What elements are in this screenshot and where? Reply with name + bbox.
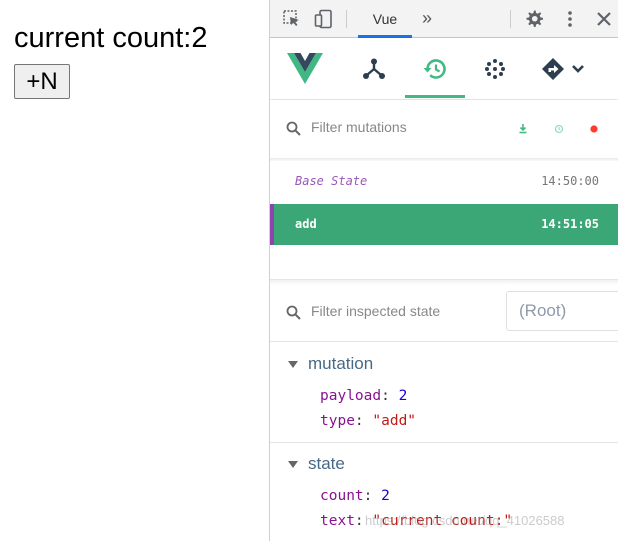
section-title: state <box>308 454 345 473</box>
toolbar-separator <box>346 10 347 28</box>
current-count-text: current count:2 <box>14 22 208 54</box>
field-key: payload <box>320 388 382 404</box>
mutation-filter-bar <box>270 100 618 158</box>
field-count: count: 2 <box>320 488 390 504</box>
state-section-header[interactable]: state <box>288 454 345 474</box>
nav-active-indicator <box>405 95 465 98</box>
entry-name: add <box>295 217 317 231</box>
close-icon[interactable] <box>594 9 614 29</box>
revert-all-icon[interactable] <box>552 122 566 136</box>
devtools-panel: Vue » Filter mutations Base State 14:50:… <box>270 0 618 541</box>
mutation-section-header[interactable]: mutation <box>288 354 373 374</box>
field-value[interactable]: 2 <box>381 488 390 504</box>
history-icon[interactable] <box>415 38 455 99</box>
root-select[interactable]: (Root) <box>506 291 618 331</box>
field-key: type <box>320 413 355 429</box>
mutation-entry-add[interactable]: add 14:51:05 <box>270 204 618 245</box>
components-icon[interactable] <box>354 38 394 99</box>
pane-splitter[interactable] <box>270 279 618 285</box>
field-value[interactable]: 2 <box>399 388 408 404</box>
mutation-entry-base-state[interactable]: Base State 14:50:00 <box>270 161 618 201</box>
section-title: mutation <box>308 354 374 373</box>
more-tabs-icon[interactable]: » <box>422 8 432 29</box>
app-page: current count:2 +N <box>0 0 269 541</box>
field-key: count <box>320 488 364 504</box>
vue-devtools-nav <box>270 38 618 99</box>
search-icon <box>286 305 301 320</box>
field-payload: payload: 2 <box>320 388 408 404</box>
filter-mutations-input[interactable] <box>311 119 511 135</box>
router-icon[interactable] <box>536 38 596 99</box>
record-icon[interactable] <box>587 122 601 136</box>
section-divider <box>270 442 618 443</box>
collapse-arrow-icon <box>288 460 298 468</box>
field-type: type: "add" <box>320 413 417 429</box>
settings-gear-icon[interactable] <box>524 9 544 29</box>
search-icon <box>286 121 301 136</box>
watermark-text: https://blog.csdn.net/qq_41026588 <box>365 513 565 528</box>
devtools-toolbar: Vue » <box>270 0 618 38</box>
entry-time: 14:51:05 <box>541 217 599 231</box>
collapse-arrow-icon <box>288 360 298 368</box>
field-value[interactable]: "add" <box>372 413 416 429</box>
entry-name: Base State <box>295 174 368 188</box>
inspect-filter-bar: (Root) <box>270 287 618 342</box>
vuex-icon[interactable] <box>475 38 515 99</box>
plus-n-button[interactable]: +N <box>14 64 70 99</box>
inspect-element-icon[interactable] <box>282 9 302 29</box>
device-toolbar-icon[interactable] <box>314 9 334 29</box>
commit-all-icon[interactable] <box>516 122 530 136</box>
toolbar-separator <box>510 10 511 28</box>
field-key: text <box>320 513 355 529</box>
entry-time: 14:50:00 <box>541 174 599 188</box>
kebab-menu-icon[interactable] <box>560 9 580 29</box>
filter-inspected-state-input[interactable] <box>311 303 491 319</box>
tab-vue[interactable]: Vue <box>358 0 412 38</box>
vue-logo <box>285 38 325 99</box>
